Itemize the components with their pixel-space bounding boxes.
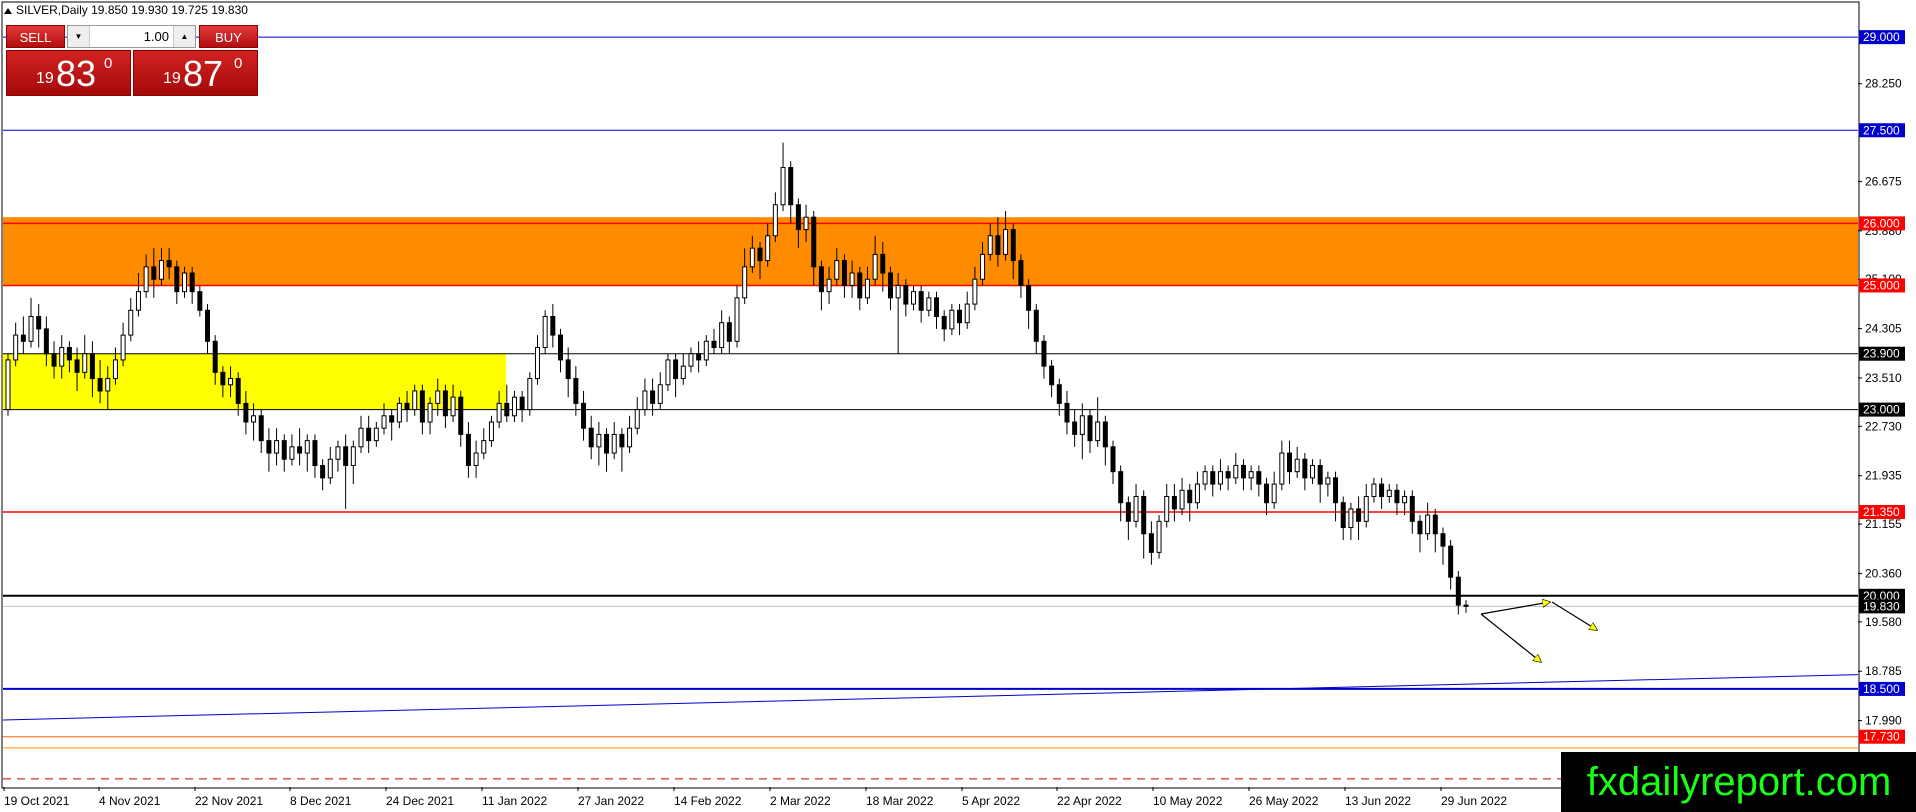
level-price-label: 21.350	[1859, 505, 1905, 519]
sell-quote-sup: 0	[104, 55, 113, 72]
y-tick-label: 26.675	[1865, 174, 1902, 188]
candle	[1156, 515, 1162, 559]
x-tick-label: 2 Mar 2022	[770, 794, 831, 808]
buy-quote-big: 87	[183, 53, 224, 94]
buy-quote-prefix: 19	[163, 70, 181, 87]
sell-quote[interactable]: 19 83 0	[6, 50, 131, 96]
sell-quote-prefix: 19	[36, 70, 54, 87]
svg-text:23.900: 23.900	[1863, 347, 1900, 361]
level-price-label: 25.000	[1859, 278, 1905, 293]
x-tick-label: 13 Jun 2022	[1345, 794, 1411, 808]
x-tick-label: 11 Jan 2022	[482, 794, 547, 808]
buy-quote[interactable]: 19 87 0	[133, 50, 258, 96]
x-tick-label: 22 Apr 2022	[1057, 794, 1122, 808]
x-tick-label: 8 Dec 2021	[290, 794, 352, 808]
y-tick-label: 21.935	[1865, 469, 1902, 483]
y-tick-label: 28.250	[1865, 77, 1902, 91]
level-price-label: 19.830	[1859, 599, 1905, 614]
svg-text:25.000: 25.000	[1863, 278, 1900, 292]
symbol-info: SILVER,Daily 19.850 19.930 19.725 19.830	[16, 3, 248, 17]
watermark-logo: fxdailyreport.com	[1561, 752, 1916, 812]
svg-text:21.350: 21.350	[1863, 505, 1900, 519]
x-tick-label: 5 Apr 2022	[962, 794, 1020, 808]
svg-text:17.730: 17.730	[1863, 730, 1900, 744]
level-price-label: 18.500	[1859, 681, 1905, 696]
svg-text:23.000: 23.000	[1863, 403, 1900, 417]
sell-button[interactable]: SELL	[6, 25, 65, 48]
svg-text:29.000: 29.000	[1863, 30, 1900, 44]
x-tick-label: 14 Feb 2022	[674, 794, 742, 808]
x-tick-label: 22 Nov 2021	[195, 794, 263, 808]
lot-size-field: ▼ ▲	[67, 25, 196, 48]
buy-button[interactable]: BUY	[199, 25, 258, 48]
y-tick-label: 22.730	[1865, 419, 1902, 433]
x-tick-label: 19 Oct 2021	[4, 794, 70, 808]
y-tick-label: 19.580	[1865, 615, 1902, 629]
x-tick-label: 27 Jan 2022	[578, 794, 644, 808]
y-tick-label: 21.155	[1865, 517, 1902, 531]
price-chart[interactable]: 28.25026.67525.88025.10024.30523.51022.7…	[0, 0, 1916, 812]
level-price-label: 23.900	[1859, 346, 1905, 361]
x-tick-label: 29 Jun 2022	[1441, 794, 1507, 808]
svg-text:18.500: 18.500	[1863, 682, 1900, 696]
level-price-label: 29.000	[1859, 30, 1905, 45]
candle	[527, 372, 533, 416]
y-tick-label: 24.305	[1865, 322, 1902, 336]
y-tick-label: 20.360	[1865, 566, 1902, 580]
chart-header: SILVER,Daily 19.850 19.930 19.725 19.830	[4, 3, 248, 17]
level-price-label: 17.730	[1859, 729, 1905, 744]
y-tick-label: 17.990	[1865, 714, 1902, 728]
x-tick-label: 10 May 2022	[1153, 794, 1223, 808]
y-tick-label: 18.785	[1865, 664, 1902, 678]
x-tick-label: 18 Mar 2022	[866, 794, 934, 808]
svg-text:27.500: 27.500	[1863, 123, 1900, 137]
sell-quote-big: 83	[56, 53, 97, 94]
x-tick-label: 24 Dec 2021	[386, 794, 454, 808]
buy-quote-sup: 0	[234, 55, 243, 72]
lot-decrease-icon[interactable]: ▼	[68, 26, 90, 47]
one-click-trade-panel: SELL ▼ ▲ BUY 19 83 0 19 87 0	[6, 25, 258, 96]
svg-text:19.830: 19.830	[1863, 599, 1900, 613]
candle	[542, 310, 548, 354]
x-tick-label: 4 Nov 2021	[99, 794, 161, 808]
svg-text:26.000: 26.000	[1863, 216, 1900, 230]
level-price-label: 27.500	[1859, 123, 1905, 137]
level-price-label: 26.000	[1859, 216, 1905, 231]
lot-size-input[interactable]	[90, 26, 173, 47]
lot-increase-icon[interactable]: ▲	[173, 26, 195, 47]
x-tick-label: 26 May 2022	[1249, 794, 1319, 808]
level-price-label: 23.000	[1859, 402, 1905, 417]
candle	[5, 353, 11, 416]
resistance-zone	[3, 217, 1858, 286]
y-tick-label: 23.510	[1865, 371, 1902, 385]
collapse-triangle-icon[interactable]	[4, 7, 12, 14]
